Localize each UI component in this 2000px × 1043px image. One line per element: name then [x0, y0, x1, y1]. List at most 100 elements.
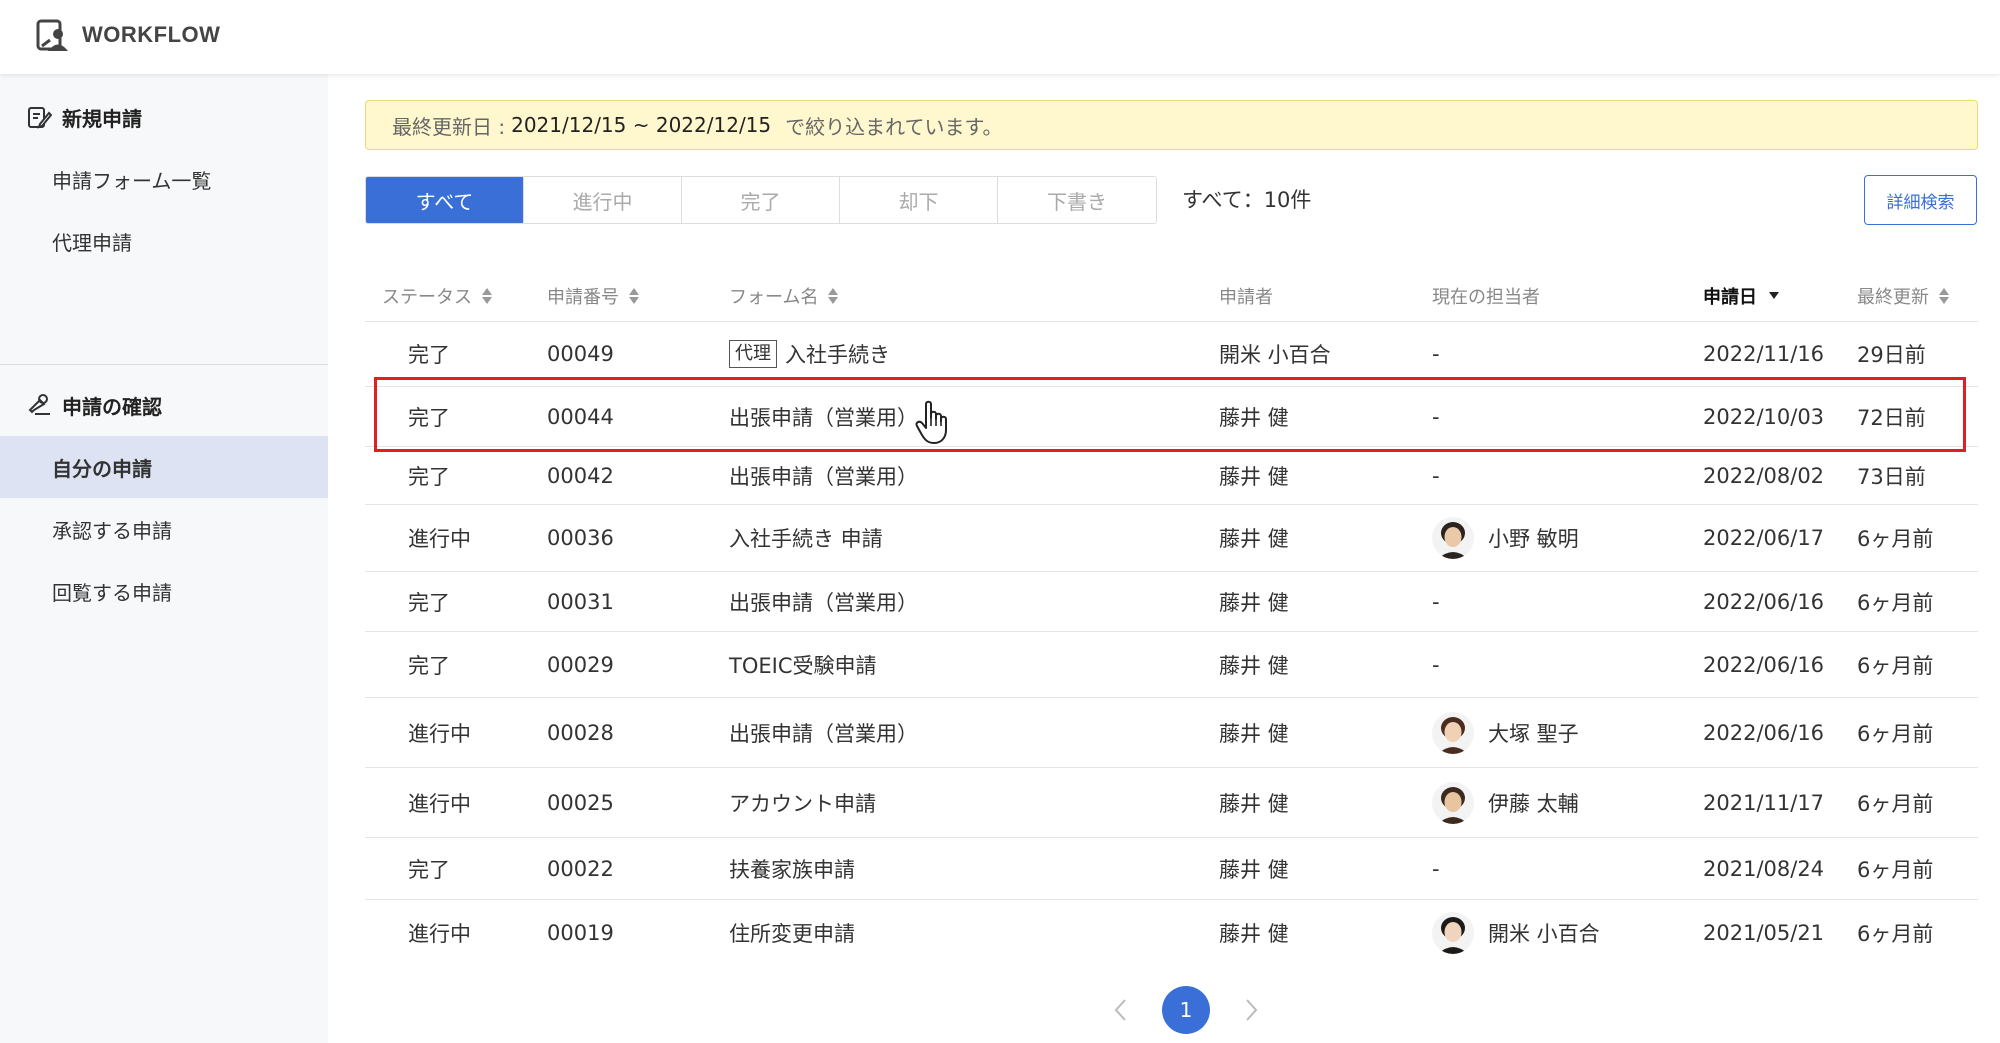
table-row[interactable]: 完了 00049 代理 入社手続き 開米 小百合 - 2022/11/16 29日前 — [365, 322, 1978, 387]
table-row[interactable]: 完了 00029 TOEIC受験申請 藤井 健 - 2022/06/16 6ヶ月前 — [365, 632, 1978, 698]
table-row[interactable]: 進行中 00019 住所変更申請 藤井 健 開米 小百合 2021/05/21 6ヶ月前 — [365, 900, 1978, 965]
table-row[interactable]: 完了 00042 出張申請（営業用） 藤井 健 - 2022/08/02 73日前 — [365, 447, 1978, 505]
status-text: 進行中 — [408, 921, 471, 946]
next-page-button[interactable] — [1232, 990, 1272, 1030]
table-row[interactable]: 完了 00022 扶養家族申請 藤井 健 - 2021/08/24 6ヶ月前 — [365, 838, 1978, 900]
avatar — [1432, 711, 1474, 754]
applicant-cell: 藤井 健 — [1219, 447, 1289, 504]
request-number-cell: 00049 — [547, 322, 614, 386]
status-text: 完了 — [408, 653, 450, 678]
form-name-text: 出張申請（営業用） — [729, 405, 918, 430]
request-date-cell: 2022/10/03 — [1703, 387, 1824, 446]
applicant-name: 藤井 健 — [1219, 527, 1289, 551]
request-number-cell: 00028 — [547, 698, 614, 767]
table-row[interactable]: 完了 00044 出張申請（営業用） 藤井 健 - 2022/10/03 72日前 — [365, 387, 1978, 447]
table-row[interactable]: 進行中 00025 アカウント申請 藤井 健 伊藤 太輔 2021/11/17 6ヶ月前 — [365, 768, 1978, 838]
app-title[interactable]: WORKFLOW — [82, 22, 220, 48]
form-name-cell: 住所変更申請 — [729, 900, 855, 965]
banner-prefix: 最終更新日 : — [392, 114, 506, 139]
previous-page-button[interactable] — [1100, 990, 1140, 1030]
assignee-cell: 開米 小百合 — [1432, 900, 1600, 965]
status-cell: 完了 — [408, 447, 450, 504]
form-name-cell: 出張申請（営業用） — [729, 698, 918, 767]
form-name-cell: TOEIC受験申請 — [729, 632, 876, 697]
last-updated-cell: 73日前 — [1857, 447, 1926, 504]
request-date-cell: 2022/06/16 — [1703, 698, 1824, 767]
assignee-cell: - — [1432, 632, 1440, 697]
last-updated-text: 6ヶ月前 — [1857, 590, 1934, 615]
assignee-cell: 大塚 聖子 — [1432, 698, 1579, 767]
last-updated-cell: 29日前 — [1857, 322, 1926, 386]
request-date-cell: 2021/05/21 — [1703, 900, 1824, 965]
last-updated-text: 29日前 — [1857, 343, 1926, 367]
sidebar-item-circulation-requests[interactable]: 回覧する申請 — [0, 560, 328, 622]
status-text: 進行中 — [408, 721, 471, 746]
assignee-name: - — [1432, 342, 1440, 366]
form-name-cell: 代理 入社手続き — [729, 322, 890, 386]
request-date-text: 2022/11/16 — [1703, 342, 1825, 366]
column-header-form-name[interactable]: フォーム名 — [729, 270, 839, 322]
sidebar-divider — [0, 364, 328, 365]
request-date-text: 2022/08/02 — [1703, 463, 1825, 488]
sort-icon — [482, 287, 492, 305]
assignee-name: 大塚 聖子 — [1488, 721, 1579, 746]
sidebar-item-my-requests[interactable]: 自分の申請 — [0, 436, 328, 498]
form-name-cell: アカウント申請 — [729, 768, 876, 837]
assignee-name: 伊藤 太輔 — [1488, 791, 1579, 816]
tab-draft[interactable]: 下書き — [998, 177, 1156, 223]
request-number-text: 00031 — [547, 589, 614, 614]
status-cell: 完了 — [408, 572, 450, 631]
table-row[interactable]: 完了 00031 出張申請（営業用） 藤井 健 - 2022/06/16 6ヶ月前 — [365, 572, 1978, 632]
sidebar-section-confirm: 申請の確認 — [0, 374, 328, 436]
table-header: ステータス 申請番号 フォーム名 申請者 現在の担当者 申請日 最終更新 — [365, 270, 1978, 322]
table-row[interactable]: 進行中 00036 入社手続き 申請 藤井 健 小野 敏明 2022/06/17 6ヶ月前 — [365, 505, 1978, 572]
last-updated-text: 6ヶ月前 — [1857, 527, 1934, 551]
stamp-icon — [28, 394, 50, 415]
last-updated-text: 6ヶ月前 — [1857, 653, 1934, 678]
tab-all[interactable]: すべて — [366, 177, 524, 223]
status-text: 進行中 — [408, 527, 471, 551]
chevron-left-icon — [1114, 999, 1126, 1021]
last-updated-cell: 6ヶ月前 — [1857, 698, 1933, 767]
form-name-cell: 入社手続き 申請 — [729, 505, 883, 571]
sidebar-item-proxy-request[interactable]: 代理申請 — [0, 210, 328, 272]
sidebar-item-form-list[interactable]: 申請フォーム一覧 — [0, 148, 328, 210]
applicant-cell: 藤井 健 — [1219, 900, 1289, 965]
tab-completed[interactable]: 完了 — [682, 177, 840, 223]
status-cell: 完了 — [408, 387, 450, 446]
status-text: 完了 — [408, 405, 450, 430]
pagination: 1 — [1100, 985, 1272, 1035]
hand-pointer-icon — [915, 400, 947, 444]
request-date-cell: 2022/06/16 — [1703, 632, 1824, 697]
tab-in-progress[interactable]: 進行中 — [524, 177, 682, 223]
workflow-logo-icon[interactable] — [34, 18, 70, 54]
request-date-text: 2022/06/16 — [1703, 652, 1825, 677]
form-name-cell: 出張申請（営業用） — [729, 387, 918, 446]
sidebar-item-approval-requests[interactable]: 承認する申請 — [0, 498, 328, 560]
applicant-name: 藤井 健 — [1219, 405, 1289, 430]
result-count: すべて：10件 — [1182, 188, 1312, 212]
assignee-cell: - — [1432, 322, 1440, 386]
advanced-search-button[interactable]: 詳細検索 — [1864, 175, 1977, 225]
page-number-button[interactable]: 1 — [1162, 986, 1210, 1034]
tab-rejected[interactable]: 却下 — [840, 177, 998, 223]
sidebar-item-label: 申請フォーム一覧 — [52, 168, 212, 193]
column-header-label: フォーム名 — [729, 287, 819, 308]
last-updated-cell: 6ヶ月前 — [1857, 768, 1933, 837]
request-date-text: 2022/06/17 — [1703, 526, 1825, 550]
request-number-cell: 00042 — [547, 447, 614, 504]
table-row[interactable]: 進行中 00028 出張申請（営業用） 藤井 健 大塚 聖子 2022/06/16 6ヶ月前 — [365, 698, 1978, 768]
column-header-label: 最終更新 — [1857, 287, 1929, 308]
form-name-text: 住所変更申請 — [729, 921, 855, 946]
sidebar-item-label: 承認する申請 — [52, 518, 172, 543]
column-header-number[interactable]: 申請番号 — [547, 270, 639, 322]
sort-descending-icon — [1769, 292, 1779, 300]
assignee-cell: 伊藤 太輔 — [1432, 768, 1579, 837]
request-date-cell: 2021/08/24 — [1703, 838, 1824, 899]
banner-suffix: で絞り込まれています。 — [785, 114, 1003, 139]
column-header-status[interactable]: ステータス — [382, 270, 492, 322]
column-header-request-date[interactable]: 申請日 — [1703, 270, 1779, 322]
applicant-cell: 開米 小百合 — [1219, 322, 1331, 386]
column-header-last-updated[interactable]: 最終更新 — [1857, 270, 1949, 322]
request-number-text: 00022 — [547, 856, 614, 881]
